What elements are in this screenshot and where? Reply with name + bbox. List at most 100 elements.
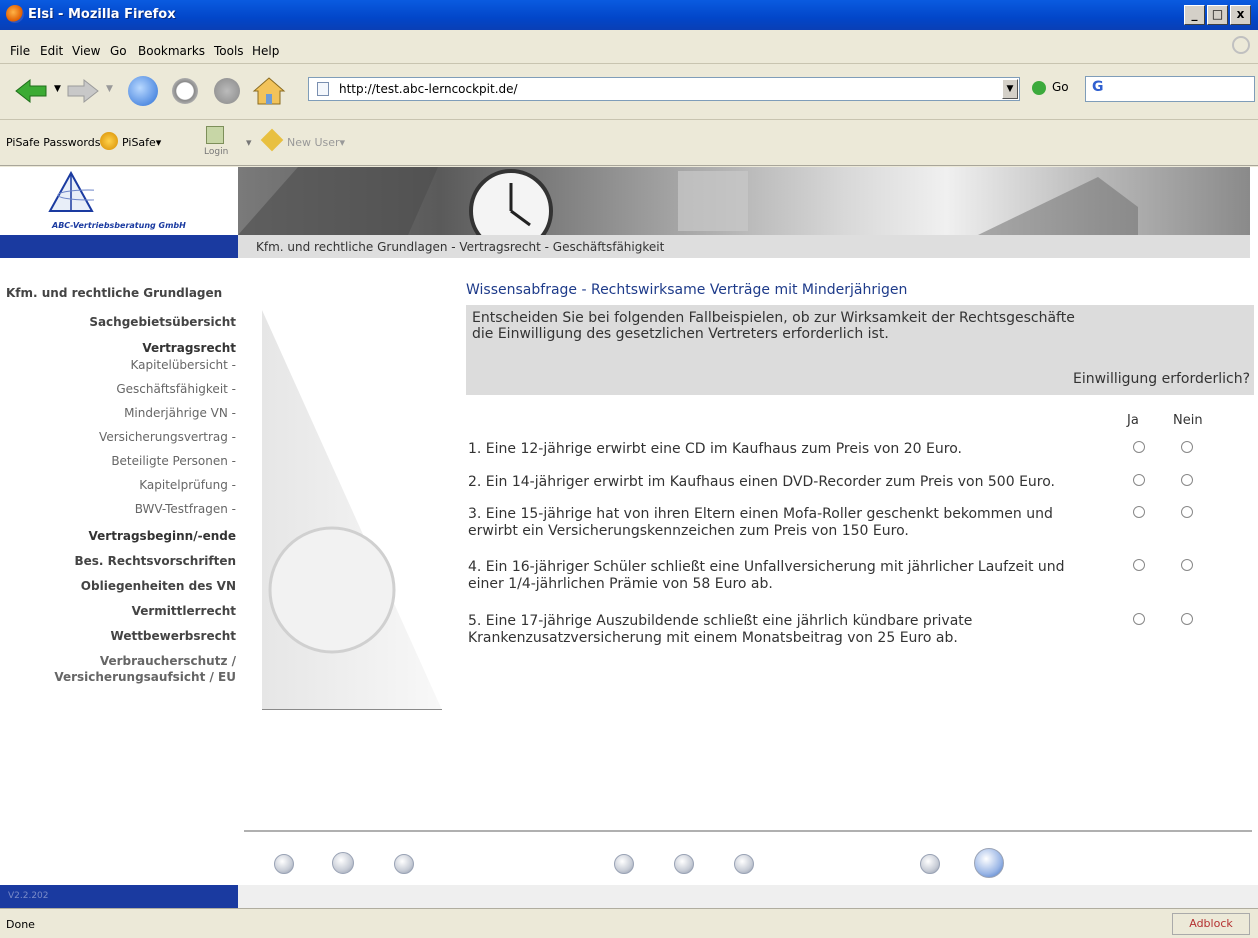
sidebar-item-bwv-testfragen[interactable]: BWV-Testfragen - (135, 502, 236, 516)
q4-radio-ja[interactable] (1133, 559, 1145, 571)
throbber-icon (1232, 36, 1250, 54)
question-3: 3. Eine 15-jährige hat von ihren Eltern … (468, 506, 1128, 540)
history-clock-icon[interactable] (172, 78, 198, 104)
forward-dropdown-icon[interactable]: ▼ (106, 84, 113, 94)
q2-radio-ja[interactable] (1133, 474, 1145, 486)
sidebar-item-vertragsrecht[interactable]: Vertragsrecht (142, 341, 236, 355)
logo-text: ABC-Vertriebsberatung GmbH (52, 221, 186, 230)
sidebar-nav: Kfm. und rechtliche Grundlagen Sachgebie… (0, 258, 244, 908)
main-content: Wissensabfrage - Rechtswirksame Verträge… (244, 258, 1258, 908)
header-banner-image (238, 167, 1250, 235)
reload-icon[interactable] (128, 76, 158, 106)
menu-bookmarks[interactable]: Bookmarks (138, 44, 205, 58)
bottom-divider (244, 830, 1252, 832)
decorative-triangle-graphic (262, 310, 442, 710)
browser-window: Elsi - Mozilla Firefox _ □ x File Edit V… (0, 0, 1258, 938)
stop-icon[interactable] (214, 78, 240, 104)
company-logo: ABC-Vertriebsberatung GmbH (0, 167, 238, 235)
column-header-ja: Ja (1127, 413, 1139, 428)
sidebar-item-bes-rechtsvorschriften[interactable]: Bes. Rechtsvorschriften (74, 554, 236, 568)
new-user-menu[interactable]: New User▾ (287, 136, 345, 149)
q4-radio-nein[interactable] (1181, 559, 1193, 571)
q3-radio-ja[interactable] (1133, 506, 1145, 518)
hint-icon[interactable] (674, 854, 694, 874)
sidebar-item-kapiteluebersicht[interactable]: Kapitelübersicht - (130, 358, 236, 372)
maximize-button[interactable]: □ (1207, 5, 1228, 25)
url-dropdown-button[interactable]: ▼ (1002, 79, 1018, 99)
menu-edit[interactable]: Edit (40, 44, 63, 58)
question-5-text-2: Krankenzusatzversicherung mit einem Mona… (468, 630, 958, 646)
menu-help[interactable]: Help (252, 44, 279, 58)
sidebar-item-verbraucherschutz[interactable]: Verbraucherschutz / (100, 654, 236, 668)
sidebar-item-versicherungsaufsicht[interactable]: Versicherungsaufsicht / EU (54, 670, 236, 684)
menu-tools[interactable]: Tools (214, 44, 244, 58)
footer-bar (238, 885, 1258, 908)
question-5-text: 5. Eine 17-jährige Auszubildende schließ… (468, 613, 973, 629)
pisafe-toolbar: PiSafe Passwords PiSafe▾ Login ▾ New Use… (0, 120, 1258, 166)
sidebar-item-beteiligte-personen[interactable]: Beteiligte Personen - (111, 454, 236, 468)
search-field[interactable]: G (1085, 76, 1255, 102)
sidebar-item-vermittlerrecht[interactable]: Vermittlerrecht (132, 604, 236, 618)
next-page-icon[interactable] (974, 848, 1004, 878)
status-text: Done (6, 918, 35, 931)
pisafe-passwords-label: PiSafe Passwords (6, 136, 101, 149)
question-3-text-2: erwirbt ein Versicherungskennzeichen zum… (468, 523, 909, 539)
adblock-button[interactable]: Adblock (1172, 913, 1250, 935)
url-field[interactable]: http://test.abc-lerncockpit.de/ (308, 77, 1020, 101)
q3-radio-nein[interactable] (1181, 506, 1193, 518)
home-icon[interactable] (252, 76, 286, 106)
menu-view[interactable]: View (72, 44, 100, 58)
pisafe-menu[interactable]: PiSafe▾ (122, 136, 161, 149)
search-value: G (1092, 79, 1104, 95)
sidebar-item-sachgebietsuebersicht[interactable]: Sachgebietsübersicht (89, 315, 236, 329)
q1-radio-ja[interactable] (1133, 441, 1145, 453)
check-icon[interactable] (614, 854, 634, 874)
back-arrow-icon[interactable] (14, 78, 48, 104)
menu-bar: File Edit View Go Bookmarks Tools Help (0, 30, 1258, 64)
login-label[interactable]: Login (204, 147, 228, 157)
question-5: 5. Eine 17-jährige Auszubildende schließ… (468, 613, 1128, 647)
menu-go[interactable]: Go (110, 44, 127, 58)
page-icon (317, 82, 329, 96)
title-bar: Elsi - Mozilla Firefox _ □ x (0, 0, 1258, 30)
back-dropdown-icon[interactable]: ▼ (54, 84, 61, 94)
question-2: 2. Ein 14-jähriger erwirbt im Kaufhaus e… (468, 474, 1128, 491)
question-1-text: 1. Eine 12-jährige erwirbt eine CD im Ka… (468, 441, 962, 457)
forward-arrow-icon[interactable] (66, 78, 100, 104)
question-1: 1. Eine 12-jährige erwirbt eine CD im Ka… (468, 441, 1128, 458)
close-button[interactable]: x (1230, 5, 1251, 25)
sidebar-item-kapitelpruefung[interactable]: Kapitelprüfung - (139, 478, 236, 492)
question-4-text: 4. Ein 16-jähriger Schüler schließt eine… (468, 559, 1065, 575)
sidebar-item-obliegenheiten[interactable]: Obliegenheiten des VN (81, 579, 236, 593)
previous-page-icon[interactable] (920, 854, 940, 874)
q5-radio-nein[interactable] (1181, 613, 1193, 625)
sidebar-item-grundlagen[interactable]: Kfm. und rechtliche Grundlagen (6, 286, 222, 300)
toolbar-separator-dropdown[interactable]: ▾ (246, 136, 252, 149)
sidebar-item-versicherungsvertrag[interactable]: Versicherungsvertrag - (99, 430, 236, 444)
breadcrumb: Kfm. und rechtliche Grundlagen - Vertrag… (238, 235, 1250, 258)
contents-icon[interactable] (274, 854, 294, 874)
help-icon[interactable] (332, 852, 354, 874)
new-user-icon[interactable] (260, 128, 284, 152)
sidebar-item-minderjaehrige-vn[interactable]: Minderjährige VN - (124, 406, 236, 420)
solution-icon[interactable] (734, 854, 754, 874)
sidebar-item-wettbewerbsrecht[interactable]: Wettbewerbsrecht (111, 629, 236, 643)
sidebar-item-geschaeftsfaehigkeit[interactable]: Geschäftsfähigkeit - (116, 382, 236, 396)
window-title: Elsi - Mozilla Firefox (28, 7, 176, 22)
info-icon[interactable] (394, 854, 414, 874)
consent-required-heading: Einwilligung erforderlich? (1073, 371, 1250, 387)
login-icon[interactable] (206, 126, 224, 144)
firefox-icon (6, 5, 24, 23)
minimize-button[interactable]: _ (1184, 5, 1205, 25)
pisafe-icon[interactable] (100, 132, 118, 150)
instruction-line-2: die Einwilligung des gesetzlichen Vertre… (472, 326, 889, 342)
url-text: http://test.abc-lerncockpit.de/ (339, 82, 518, 96)
menu-file[interactable]: File (10, 44, 30, 58)
question-3-text: 3. Eine 15-jährige hat von ihren Eltern … (468, 506, 1053, 522)
q1-radio-nein[interactable] (1181, 441, 1193, 453)
logo-triangle-icon (48, 171, 94, 212)
q2-radio-nein[interactable] (1181, 474, 1193, 486)
go-button[interactable]: Go (1032, 80, 1069, 95)
q5-radio-ja[interactable] (1133, 613, 1145, 625)
sidebar-item-vertragsbeginn[interactable]: Vertragsbeginn/-ende (89, 529, 236, 543)
